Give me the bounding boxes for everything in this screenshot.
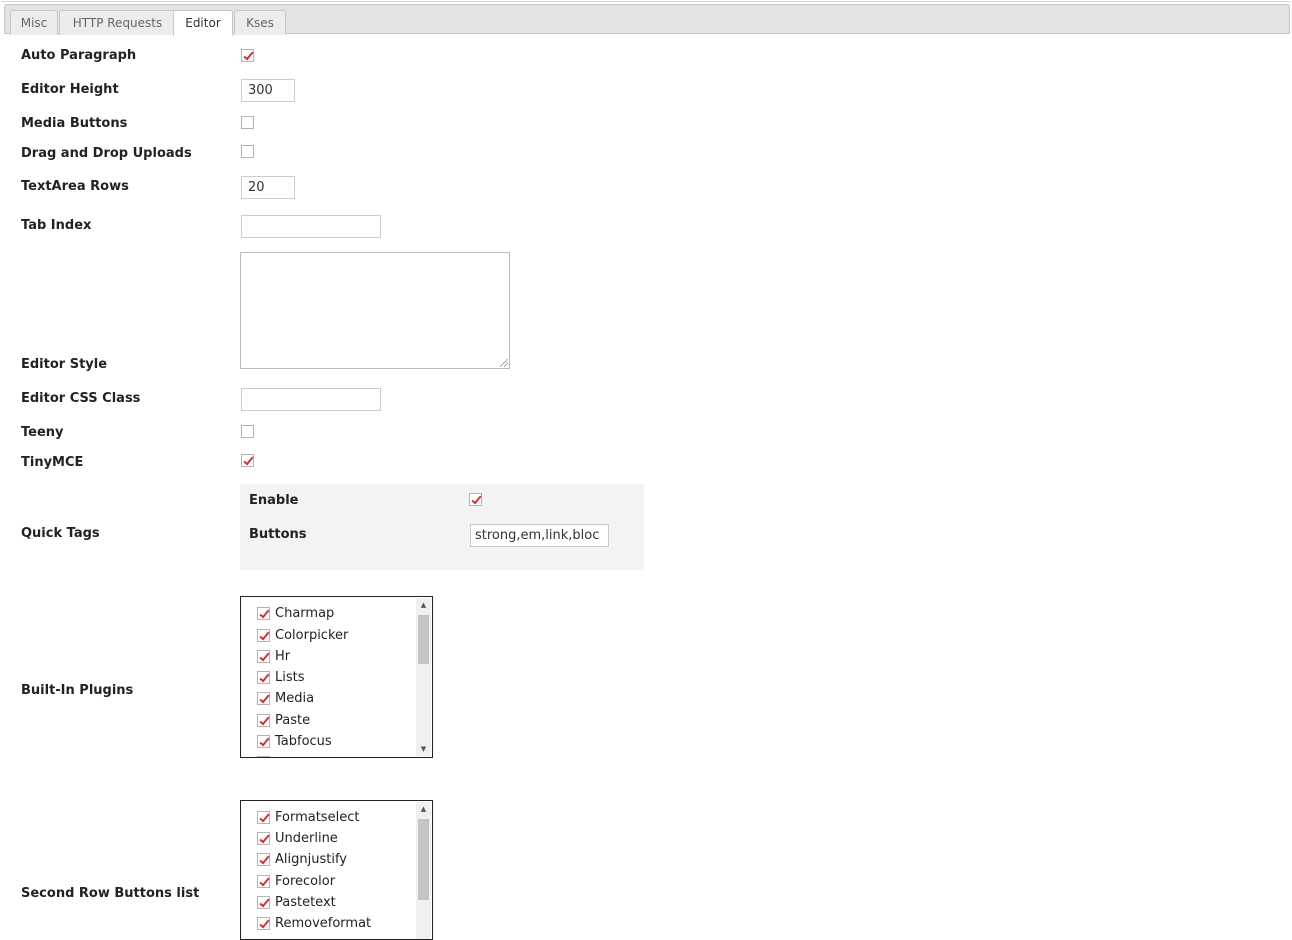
editor-height-input[interactable]: 300 <box>241 79 295 102</box>
scroll-thumb[interactable] <box>418 615 429 664</box>
editor-style-textarea[interactable] <box>240 252 510 369</box>
checkbox[interactable] <box>257 853 270 866</box>
drag-drop-label: Drag and Drop Uploads <box>21 146 192 161</box>
built-in-plugins-label: Built-In Plugins <box>21 683 134 698</box>
list-item-label: Lists <box>275 670 305 685</box>
second-row-buttons-list[interactable]: Formatselect Underline Alignjustify Fore… <box>240 800 433 940</box>
editor-css-class-input[interactable] <box>241 388 381 411</box>
editor-height-label: Editor Height <box>21 82 119 97</box>
tab-http-requests[interactable]: HTTP Requests <box>59 10 176 35</box>
tab-index-input[interactable] <box>241 215 381 238</box>
tinymce-label: TinyMCE <box>21 455 84 470</box>
quick-tags-enable-label: Enable <box>249 493 299 508</box>
editor-css-class-label: Editor CSS Class <box>21 391 141 406</box>
teeny-checkbox[interactable] <box>241 425 254 438</box>
scroll-thumb[interactable] <box>418 819 429 900</box>
list-item-label: Paste <box>275 713 311 728</box>
checkbox[interactable] <box>257 714 270 727</box>
list-item-label: Forecolor <box>275 874 336 889</box>
tab-editor[interactable]: Editor <box>173 10 233 36</box>
checkbox[interactable] <box>257 811 270 824</box>
auto-paragraph-label: Auto Paragraph <box>21 48 137 63</box>
scroll-down-icon[interactable]: ▼ <box>416 742 431 756</box>
list-item-label: Media <box>275 691 315 706</box>
scroll-up-icon[interactable]: ▲ <box>416 598 431 612</box>
tab-bar: Misc HTTP Requests Editor Kses <box>1 1 1291 36</box>
textarea-rows-input[interactable]: 20 <box>241 176 295 199</box>
list-item-label: Formatselect <box>275 810 360 825</box>
list-item-label: Underline <box>275 831 338 846</box>
scrollbar[interactable]: ▲ ▼ <box>416 598 431 756</box>
list-item-label: Colorpicker <box>275 628 349 643</box>
checkbox[interactable] <box>257 832 270 845</box>
checkbox[interactable] <box>257 650 270 663</box>
list-item-label: Tabfocus <box>275 734 332 749</box>
scrollbar[interactable]: ▲ <box>416 802 431 939</box>
tinymce-checkbox[interactable] <box>241 454 254 467</box>
resize-grip-icon[interactable] <box>500 359 508 367</box>
tab-kses[interactable]: Kses <box>234 10 286 35</box>
second-row-buttons-label: Second Row Buttons list <box>21 886 200 901</box>
checkbox[interactable] <box>257 629 270 642</box>
checkbox[interactable] <box>257 917 270 930</box>
built-in-plugins-list[interactable]: Charmap Colorpicker Hr Lists Media Paste… <box>240 596 433 758</box>
media-buttons-checkbox[interactable] <box>241 116 254 129</box>
tab-index-label: Tab Index <box>21 218 92 233</box>
list-item-label: Hr <box>275 649 291 664</box>
checkbox[interactable] <box>257 896 270 909</box>
drag-drop-checkbox[interactable] <box>241 145 254 158</box>
checkbox[interactable] <box>257 607 270 620</box>
media-buttons-label: Media Buttons <box>21 116 128 131</box>
checkbox[interactable] <box>257 671 270 684</box>
editor-style-label: Editor Style <box>21 357 108 372</box>
checkbox[interactable] <box>257 875 270 888</box>
checkbox <box>257 756 270 757</box>
auto-paragraph-checkbox[interactable] <box>241 49 254 62</box>
quick-tags-buttons-label: Buttons <box>249 527 307 542</box>
tab-misc[interactable]: Misc <box>10 10 58 35</box>
list-item-label: Pastetext <box>275 895 336 910</box>
checkbox[interactable] <box>257 735 270 748</box>
quick-tags-buttons-input[interactable]: strong,em,link,bloc <box>470 524 609 547</box>
textarea-rows-label: TextArea Rows <box>21 179 129 194</box>
teeny-label: Teeny <box>21 425 64 440</box>
quick-tags-enable-checkbox[interactable] <box>469 493 482 506</box>
checkbox[interactable] <box>257 692 270 705</box>
list-item-label: Charmap <box>275 606 335 621</box>
quick-tags-label: Quick Tags <box>21 526 100 541</box>
quick-tags-panel: Enable Buttons strong,em,link,bloc <box>240 484 644 570</box>
scroll-up-icon[interactable]: ▲ <box>416 802 431 816</box>
list-item-label: Alignjustify <box>275 852 347 867</box>
list-item-label: Removeformat <box>275 916 372 931</box>
